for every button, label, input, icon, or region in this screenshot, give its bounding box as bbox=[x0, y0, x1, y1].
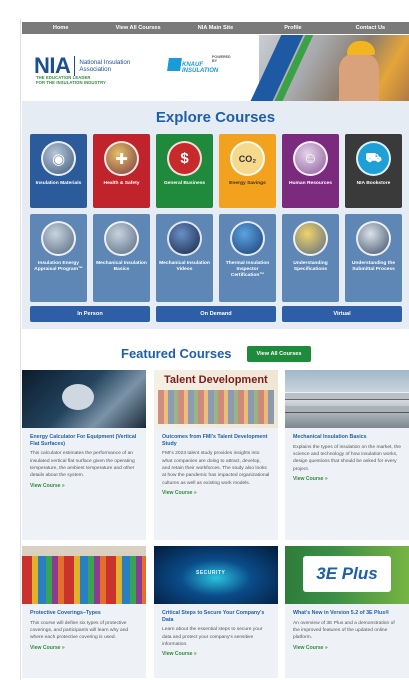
shelf-edge bbox=[22, 546, 146, 556]
tile-mechanical-videos[interactable]: Mechanical Insulation Videos bbox=[156, 214, 213, 302]
course-card-energy-calculator[interactable]: Energy Calculator For Equipment (Vertica… bbox=[22, 370, 146, 540]
tile-human-resources[interactable]: ☺ Human Resources bbox=[282, 134, 339, 208]
security-image: SECURITY bbox=[154, 546, 278, 604]
pipe-icon bbox=[104, 221, 139, 256]
tile-label: Insulation Energy Appraisal Program™ bbox=[34, 261, 83, 272]
word-cloud-word: Talent Development bbox=[164, 374, 268, 386]
in-person-button[interactable]: In Person bbox=[30, 306, 150, 322]
view-course-link[interactable]: View Course » bbox=[154, 648, 278, 657]
security-word: SECURITY bbox=[196, 570, 226, 576]
card-title[interactable]: Energy Calculator For Equipment (Vertica… bbox=[22, 428, 146, 447]
word-cloud-texture bbox=[158, 390, 274, 424]
pipe-shape bbox=[285, 392, 409, 400]
cart-icon: ⛟ bbox=[356, 141, 391, 176]
knauf-icon bbox=[167, 58, 182, 71]
course-card-protective-coverings[interactable]: Protective Coverings–Types This course w… bbox=[22, 546, 146, 678]
card-description: An overview of 3E Plus and a demonstrati… bbox=[293, 620, 395, 641]
hero-banner: NIA National Insulation Association THE … bbox=[22, 35, 409, 101]
3e-plus-logo: 3E Plus bbox=[303, 556, 391, 592]
on-demand-button[interactable]: On Demand bbox=[156, 306, 276, 322]
tile-label: Human Resources bbox=[289, 181, 332, 186]
tile-energy-savings[interactable]: CO₂ Energy Savings bbox=[219, 134, 276, 208]
pipes-image bbox=[285, 370, 409, 428]
piggy-bank-shape bbox=[62, 384, 94, 410]
top-navigation: Home View All Courses NIA Main Site Prof… bbox=[22, 22, 409, 34]
view-course-link[interactable]: View Course » bbox=[285, 642, 409, 651]
tile-label: Mechanical Insulation Videos bbox=[159, 261, 210, 272]
health-safety-icon: ✚ bbox=[104, 141, 139, 176]
page: Home View All Courses NIA Main Site Prof… bbox=[0, 0, 409, 680]
tile-health-safety[interactable]: ✚ Health & Safety bbox=[93, 134, 150, 208]
tile-label: Understanding the Submittal Process bbox=[351, 261, 396, 272]
explore-section: Explore Courses ◉ Insulation Materials ✚… bbox=[22, 101, 409, 329]
certification-icon bbox=[230, 221, 265, 256]
card-title[interactable]: Protective Coverings–Types bbox=[22, 604, 146, 617]
3e-plus-logo-text: 3E Plus bbox=[316, 564, 378, 583]
tile-label: Understanding Specifications bbox=[293, 261, 328, 272]
tile-label: Health & Safety bbox=[103, 181, 140, 186]
card-description: This course will define six types of pro… bbox=[30, 620, 129, 641]
tile-insulation-materials[interactable]: ◉ Insulation Materials bbox=[30, 134, 87, 208]
people-icon: ☺ bbox=[293, 141, 328, 176]
dollar-icon: $ bbox=[167, 141, 202, 176]
worker-figure bbox=[339, 53, 379, 101]
tile-label: Insulation Materials bbox=[35, 181, 82, 186]
tile-inspector-certification[interactable]: Thermal Insulation Inspector Certificati… bbox=[219, 214, 276, 302]
card-title[interactable]: Outcomes from FMI's Talent Development S… bbox=[154, 428, 278, 447]
tile-nia-bookstore[interactable]: ⛟ NIA Bookstore bbox=[345, 134, 402, 208]
appraisal-icon bbox=[41, 221, 76, 256]
tile-label: Mechanical Insulation Basics bbox=[96, 261, 147, 272]
3e-plus-image: 3E Plus bbox=[285, 546, 409, 604]
nav-contact-us[interactable]: Contact Us bbox=[332, 22, 409, 34]
view-course-link[interactable]: View Course » bbox=[285, 473, 409, 482]
insulation-materials-icon: ◉ bbox=[41, 141, 76, 176]
tile-label: Thermal Insulation Inspector Certificati… bbox=[225, 261, 270, 278]
course-card-secure-data[interactable]: SECURITY Critical Steps to Secure Your C… bbox=[154, 546, 278, 678]
nav-nia-main-site[interactable]: NIA Main Site bbox=[177, 22, 254, 34]
tile-label: Energy Savings bbox=[229, 181, 266, 186]
course-card-mechanical-basics[interactable]: Mechanical Insulation Basics Explains th… bbox=[285, 370, 409, 540]
nav-view-all-courses[interactable]: View All Courses bbox=[99, 22, 176, 34]
pipe-shape bbox=[285, 406, 409, 413]
card-description: FMI's 2023 talent study provides insight… bbox=[162, 451, 270, 486]
tile-label: NIA Bookstore bbox=[356, 181, 391, 186]
card-title[interactable]: What's New in Version 5.2 of 3E Plus® bbox=[285, 604, 409, 617]
video-icon bbox=[167, 221, 202, 256]
card-description: Explains the types of insulation on the … bbox=[293, 444, 401, 472]
tagline-line2: FOR THE INSULATION INDUSTRY bbox=[36, 80, 106, 86]
piggy-bank-image bbox=[22, 370, 146, 428]
sponsor-name: KNAUF INSULATION bbox=[182, 62, 219, 74]
coverings-image bbox=[22, 546, 146, 604]
featured-title: Featured Courses bbox=[121, 346, 232, 361]
tile-mechanical-basics[interactable]: Mechanical Insulation Basics bbox=[93, 214, 150, 302]
card-title[interactable]: Mechanical Insulation Basics bbox=[285, 428, 409, 441]
course-card-3e-plus[interactable]: 3E Plus What's New in Version 5.2 of 3E … bbox=[285, 546, 409, 678]
nia-logo-name: National Insulation Association bbox=[79, 59, 131, 73]
tile-label: General Business bbox=[163, 181, 206, 186]
explore-title: Explore Courses bbox=[155, 109, 276, 126]
hardhat-icon bbox=[347, 41, 375, 55]
tile-understanding-specifications[interactable]: Understanding Specifications bbox=[282, 214, 339, 302]
tagline: THE EDUCATION LEADER FOR THE INSULATION … bbox=[36, 75, 106, 85]
view-course-link[interactable]: View Course » bbox=[154, 487, 278, 496]
course-card-talent-study[interactable]: Talent Development Outcomes from FMI's T… bbox=[154, 370, 278, 540]
nav-home[interactable]: Home bbox=[22, 22, 99, 34]
view-course-link[interactable]: View Course » bbox=[22, 480, 146, 489]
tile-submittal-process[interactable]: Understanding the Submittal Process bbox=[345, 214, 402, 302]
logo-divider bbox=[74, 56, 76, 76]
submittal-icon bbox=[356, 221, 391, 256]
tile-energy-appraisal[interactable]: Insulation Energy Appraisal Program™ bbox=[30, 214, 87, 302]
nav-profile[interactable]: Profile bbox=[254, 22, 331, 34]
card-title[interactable]: Critical Steps to Secure Your Company's … bbox=[154, 604, 278, 623]
co2-icon: CO₂ bbox=[230, 141, 265, 176]
word-cloud-image: Talent Development bbox=[154, 370, 278, 428]
specifications-icon bbox=[293, 221, 328, 256]
view-all-courses-button[interactable]: View All Courses bbox=[247, 346, 311, 362]
virtual-button[interactable]: Virtual bbox=[282, 306, 402, 322]
tile-general-business[interactable]: $ General Business bbox=[156, 134, 213, 208]
card-description: This calculator estimates the performanc… bbox=[30, 451, 135, 479]
card-description: Learn about the essential steps to secur… bbox=[162, 627, 263, 647]
view-course-link[interactable]: View Course » bbox=[22, 642, 146, 651]
